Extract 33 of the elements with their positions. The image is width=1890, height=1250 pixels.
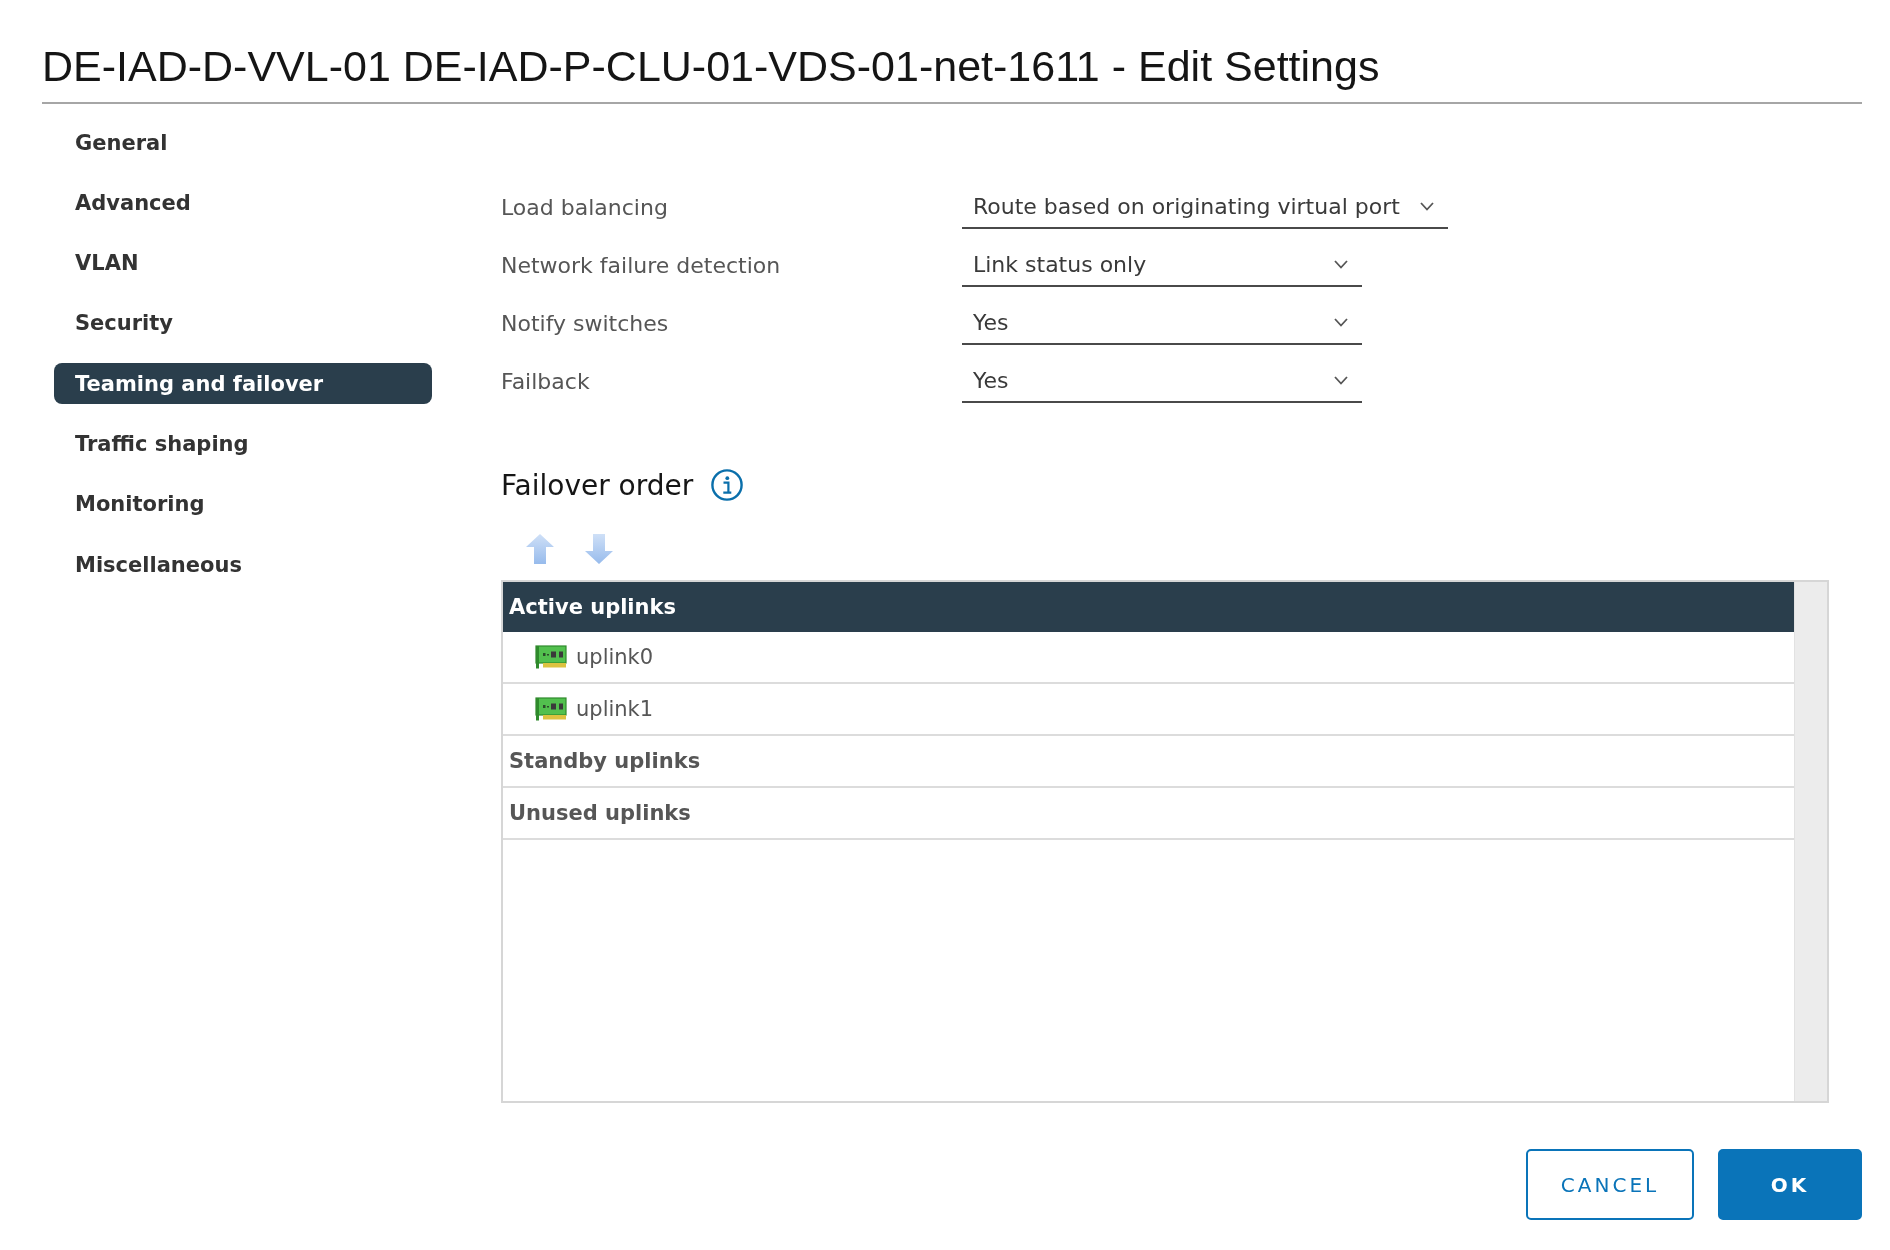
scrollbar-track[interactable] xyxy=(1794,582,1827,1101)
ok-button[interactable]: OK xyxy=(1718,1149,1862,1220)
nav-item[interactable]: Advanced xyxy=(54,182,432,224)
select-field[interactable]: Yes xyxy=(962,359,1362,403)
cancel-button[interactable]: CANCEL xyxy=(1526,1149,1694,1220)
chevron-down-icon xyxy=(1419,201,1434,211)
tree-item[interactable]: Unused uplinks xyxy=(503,788,1794,840)
field-label: Load balancing xyxy=(501,194,669,220)
tree-item[interactable]: Active uplinks xyxy=(503,582,1794,632)
select-field[interactable]: Yes xyxy=(962,301,1362,345)
network-card-icon xyxy=(535,645,567,669)
field-label: Network failure detection xyxy=(501,252,782,278)
nav-item[interactable]: General xyxy=(54,122,432,163)
info-icon[interactable] xyxy=(711,469,744,501)
select-field[interactable]: Link status only xyxy=(962,243,1362,287)
tree-item[interactable]: Standby uplinks xyxy=(503,736,1794,788)
nav-item[interactable]: Miscellaneous xyxy=(54,544,432,586)
nav-item[interactable]: VLAN xyxy=(54,242,432,284)
section-title: Failover order xyxy=(501,468,694,502)
chevron-down-icon xyxy=(1334,259,1348,269)
nav-item[interactable]: Security xyxy=(54,302,432,344)
nav-item[interactable]: Traffic shaping xyxy=(54,423,432,465)
field-label: Failback xyxy=(501,368,591,394)
nav-item[interactable]: Teaming and failover xyxy=(54,363,432,405)
chevron-down-icon xyxy=(1334,375,1348,385)
network-card-icon xyxy=(535,697,567,721)
dialog-title: DE-IAD-D-VVL-01 DE-IAD-P-CLU-01-VDS-01-net-1611 - Edit Settings xyxy=(42,41,1380,92)
nav-item[interactable]: Monitoring xyxy=(54,483,432,525)
tree-item[interactable]: uplink1 xyxy=(503,684,1794,736)
field-label: Notify switches xyxy=(501,310,670,336)
tree-item[interactable]: uplink0 xyxy=(503,632,1794,684)
chevron-down-icon xyxy=(1334,317,1348,327)
select-field[interactable]: Route based on originating virtual port xyxy=(962,185,1448,229)
